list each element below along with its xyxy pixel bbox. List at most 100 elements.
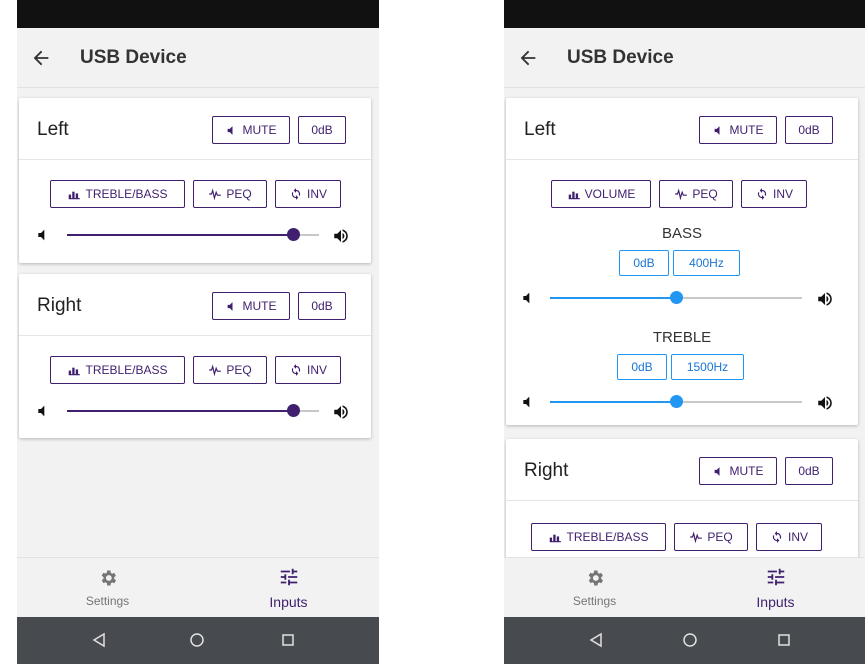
gain-button[interactable]: 0dB	[298, 292, 346, 320]
gain-button[interactable]: 0dB	[785, 457, 833, 485]
waveform-icon	[689, 530, 703, 544]
inv-label: INV	[306, 363, 327, 377]
bass-label: BASS	[661, 225, 703, 242]
mute-label: MUTE	[729, 464, 764, 478]
channel-name: Right	[37, 295, 82, 316]
back-button[interactable]	[19, 28, 63, 88]
status-bar	[17, 0, 379, 28]
bass-slider[interactable]	[506, 286, 858, 310]
nav-inputs[interactable]: Inputs	[685, 558, 865, 618]
mute-button[interactable]: MUTE	[699, 457, 777, 485]
gain-button[interactable]: 0dB	[298, 116, 346, 144]
recents-square-icon[interactable]	[776, 632, 792, 648]
gain-button[interactable]: 0dB	[785, 116, 833, 144]
volume-mode-button[interactable]: VOLUME	[551, 180, 651, 208]
inv-label: INV	[772, 187, 793, 201]
treble-bass-button[interactable]: TREBLE/BASS	[50, 180, 185, 208]
mode-label: TREBLE/BASS	[85, 187, 168, 201]
system-nav-bar	[17, 617, 379, 664]
bass-gain-button[interactable]: 0dB	[619, 250, 669, 276]
peq-button[interactable]: PEQ	[193, 356, 267, 384]
peq-label: PEQ	[226, 187, 252, 201]
nav-inputs-label: Inputs	[269, 594, 308, 610]
bass-freq-button[interactable]: 400Hz	[673, 250, 740, 276]
system-nav-bar	[504, 617, 865, 664]
mode-label: TREBLE/BASS	[566, 530, 649, 544]
nav-settings-label: Settings	[85, 594, 130, 608]
bass-freq-value: 400Hz	[689, 256, 724, 270]
volume-slider[interactable]	[19, 399, 371, 423]
gain-label: 0dB	[798, 123, 820, 137]
mode-label: TREBLE/BASS	[85, 363, 168, 377]
back-triangle-icon[interactable]	[588, 632, 604, 648]
content-area: Left MUTE 0dB VOLUME PEQ INV BASS 0dB 40…	[504, 89, 865, 557]
page-title: USB Device	[80, 46, 187, 68]
home-circle-icon[interactable]	[189, 632, 205, 648]
peq-button[interactable]: PEQ	[193, 180, 267, 208]
treble-freq-value: 1500Hz	[686, 360, 729, 374]
app-bar: USB Device	[504, 28, 865, 88]
mute-button[interactable]: MUTE	[212, 116, 290, 144]
invert-button[interactable]: INV	[756, 523, 822, 551]
volume-down-icon	[35, 403, 51, 419]
tune-icon	[278, 566, 300, 588]
treble-slider[interactable]	[506, 390, 858, 414]
mute-icon	[713, 124, 726, 137]
phone-screen-b: USB Device Left MUTE 0dB VOLUME PEQ INV …	[504, 0, 865, 664]
channel-header: Left MUTE 0dB	[19, 98, 371, 160]
peq-button[interactable]: PEQ	[674, 523, 748, 551]
mode-label: VOLUME	[584, 187, 636, 201]
slider-thumb[interactable]	[669, 291, 683, 304]
invert-button[interactable]: INV	[741, 180, 807, 208]
sync-icon	[289, 187, 303, 201]
gain-label: 0dB	[798, 464, 820, 478]
mute-icon	[226, 300, 239, 313]
nav-settings[interactable]: Settings	[17, 558, 198, 618]
mute-icon	[713, 465, 726, 478]
invert-button[interactable]: INV	[275, 356, 341, 384]
bottom-nav: Settings Inputs	[17, 557, 379, 617]
slider-thumb[interactable]	[287, 404, 301, 417]
peq-label: PEQ	[692, 187, 718, 201]
bar-chart-icon	[567, 187, 581, 201]
channel-header: Right MUTE 0dB	[506, 439, 858, 501]
gain-label: 0dB	[311, 123, 333, 137]
waveform-icon	[674, 187, 688, 201]
recents-square-icon[interactable]	[280, 632, 296, 648]
channel-card-left: Left MUTE 0dB TREBLE/BASS PEQ INV	[19, 98, 371, 263]
arrow-left-icon	[30, 47, 52, 69]
home-circle-icon[interactable]	[682, 632, 698, 648]
treble-gain-button[interactable]: 0dB	[617, 354, 667, 380]
treble-bass-button[interactable]: TREBLE/BASS	[50, 356, 185, 384]
tune-icon	[765, 566, 787, 588]
slider-fill	[550, 297, 676, 299]
channel-name: Left	[524, 119, 556, 140]
arrow-left-icon	[517, 47, 539, 69]
invert-button[interactable]: INV	[275, 180, 341, 208]
nav-settings[interactable]: Settings	[504, 558, 685, 618]
channel-header: Left MUTE 0dB	[506, 98, 858, 160]
volume-slider[interactable]	[19, 223, 371, 247]
bottom-nav: Settings Inputs	[504, 557, 865, 617]
bar-chart-icon	[67, 187, 81, 201]
app-bar: USB Device	[17, 28, 379, 88]
back-triangle-icon[interactable]	[91, 632, 107, 648]
slider-fill	[67, 410, 294, 412]
volume-down-icon	[520, 394, 536, 410]
page-title: USB Device	[567, 46, 674, 68]
mute-button[interactable]: MUTE	[212, 292, 290, 320]
nav-inputs-label: Inputs	[756, 594, 795, 610]
peq-button[interactable]: PEQ	[659, 180, 733, 208]
volume-down-icon	[520, 290, 536, 306]
slider-thumb[interactable]	[669, 395, 683, 408]
bass-gain-value: 0dB	[633, 256, 655, 270]
peq-label: PEQ	[707, 530, 733, 544]
slider-thumb[interactable]	[287, 228, 301, 241]
treble-freq-button[interactable]: 1500Hz	[671, 354, 744, 380]
volume-up-icon	[332, 403, 350, 421]
volume-up-icon	[816, 394, 834, 412]
nav-inputs[interactable]: Inputs	[198, 558, 379, 618]
mute-button[interactable]: MUTE	[699, 116, 777, 144]
treble-bass-button[interactable]: TREBLE/BASS	[531, 523, 666, 551]
back-button[interactable]	[506, 28, 550, 88]
